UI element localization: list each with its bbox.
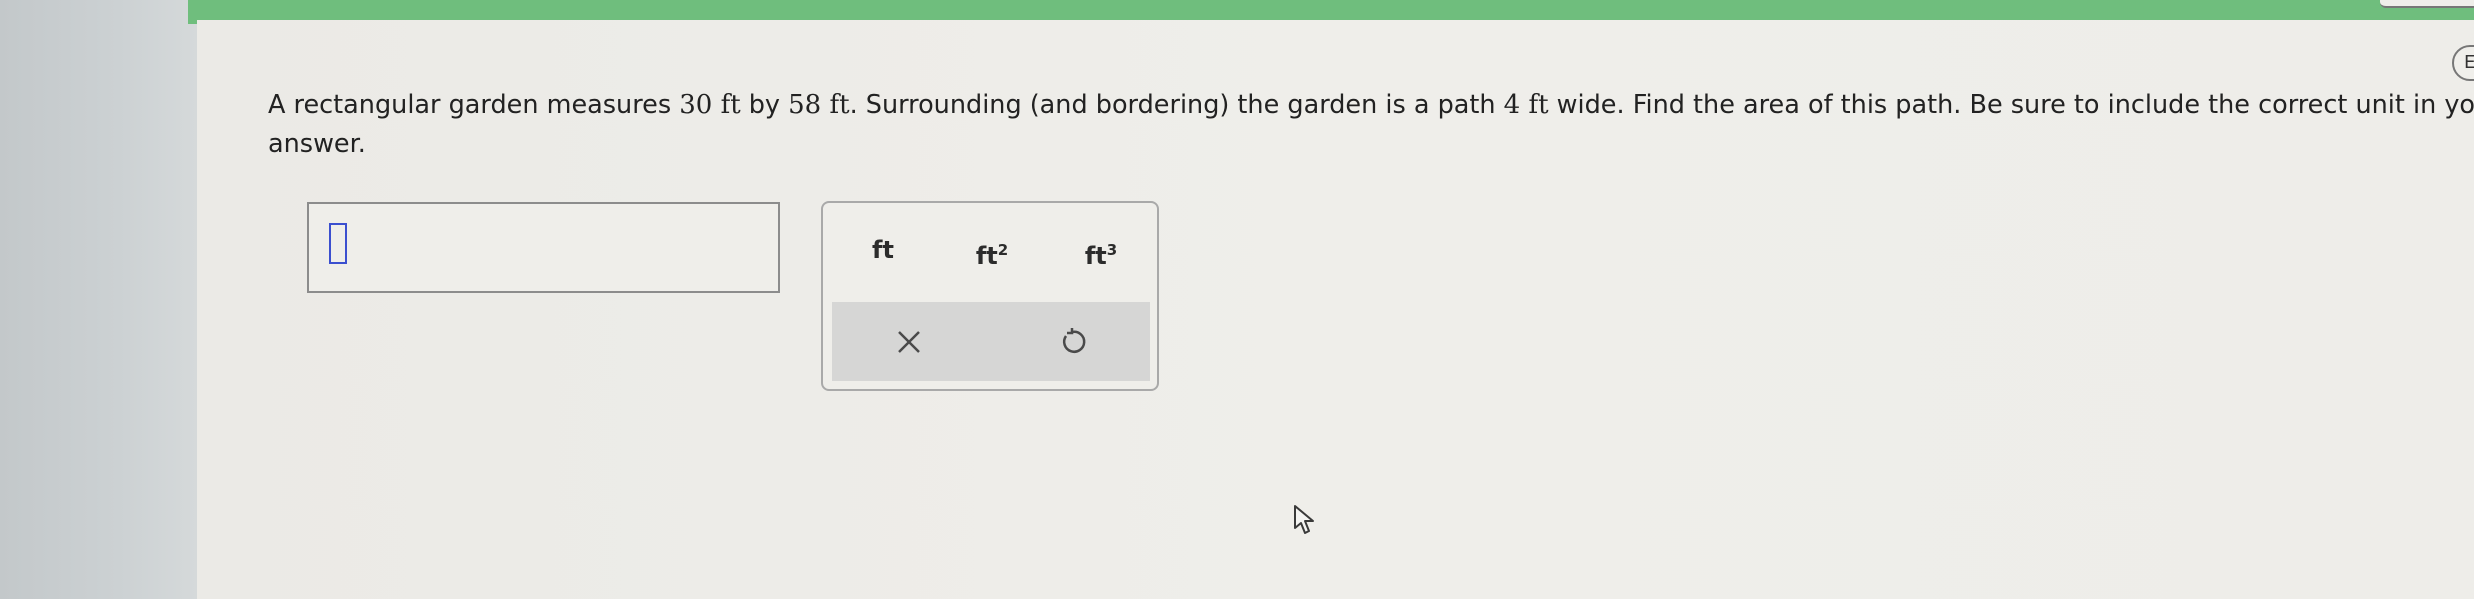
unit-ft3-button[interactable]: ft3	[1063, 227, 1139, 273]
question-text-part: . Surrounding (and bordering) the garden…	[849, 90, 1504, 120]
undo-icon	[1062, 328, 1086, 353]
left-gutter	[0, 0, 197, 599]
undo-button[interactable]	[1032, 312, 1112, 372]
unit-ft3-exponent: 3	[1106, 241, 1118, 259]
top-right-tab	[2380, 0, 2474, 8]
question-content: A rectangular garden measures 30 ft by 5…	[197, 20, 2474, 599]
close-icon	[898, 331, 920, 353]
screen: A rectangular garden measures 30 ft by 5…	[0, 0, 2474, 599]
question-text: A rectangular garden measures 30 ft by 5…	[268, 86, 2474, 164]
unit-ft3-label: ft	[1084, 242, 1107, 270]
question-text-part: A rectangular garden measures	[268, 90, 680, 120]
unit-ft2-exponent: 2	[997, 241, 1009, 259]
garden-width: 30 ft	[679, 90, 741, 120]
palette-actions	[832, 302, 1150, 381]
path-width: 4 ft	[1503, 90, 1549, 120]
input-cursor-placeholder[interactable]	[329, 223, 347, 264]
unit-ft-label: ft	[872, 236, 894, 264]
edge-button-label: E	[2464, 52, 2474, 73]
question-text-part: by	[740, 90, 789, 120]
clear-button[interactable]	[869, 312, 949, 372]
answer-input[interactable]	[307, 202, 780, 293]
garden-length: 58 ft	[788, 90, 850, 120]
unit-palette: ft ft2 ft3	[821, 201, 1159, 391]
unit-ft-button[interactable]: ft	[845, 227, 921, 273]
mouse-pointer-icon	[1294, 505, 1314, 534]
unit-ft2-button[interactable]: ft2	[954, 227, 1030, 273]
unit-ft2-label: ft	[975, 242, 998, 270]
